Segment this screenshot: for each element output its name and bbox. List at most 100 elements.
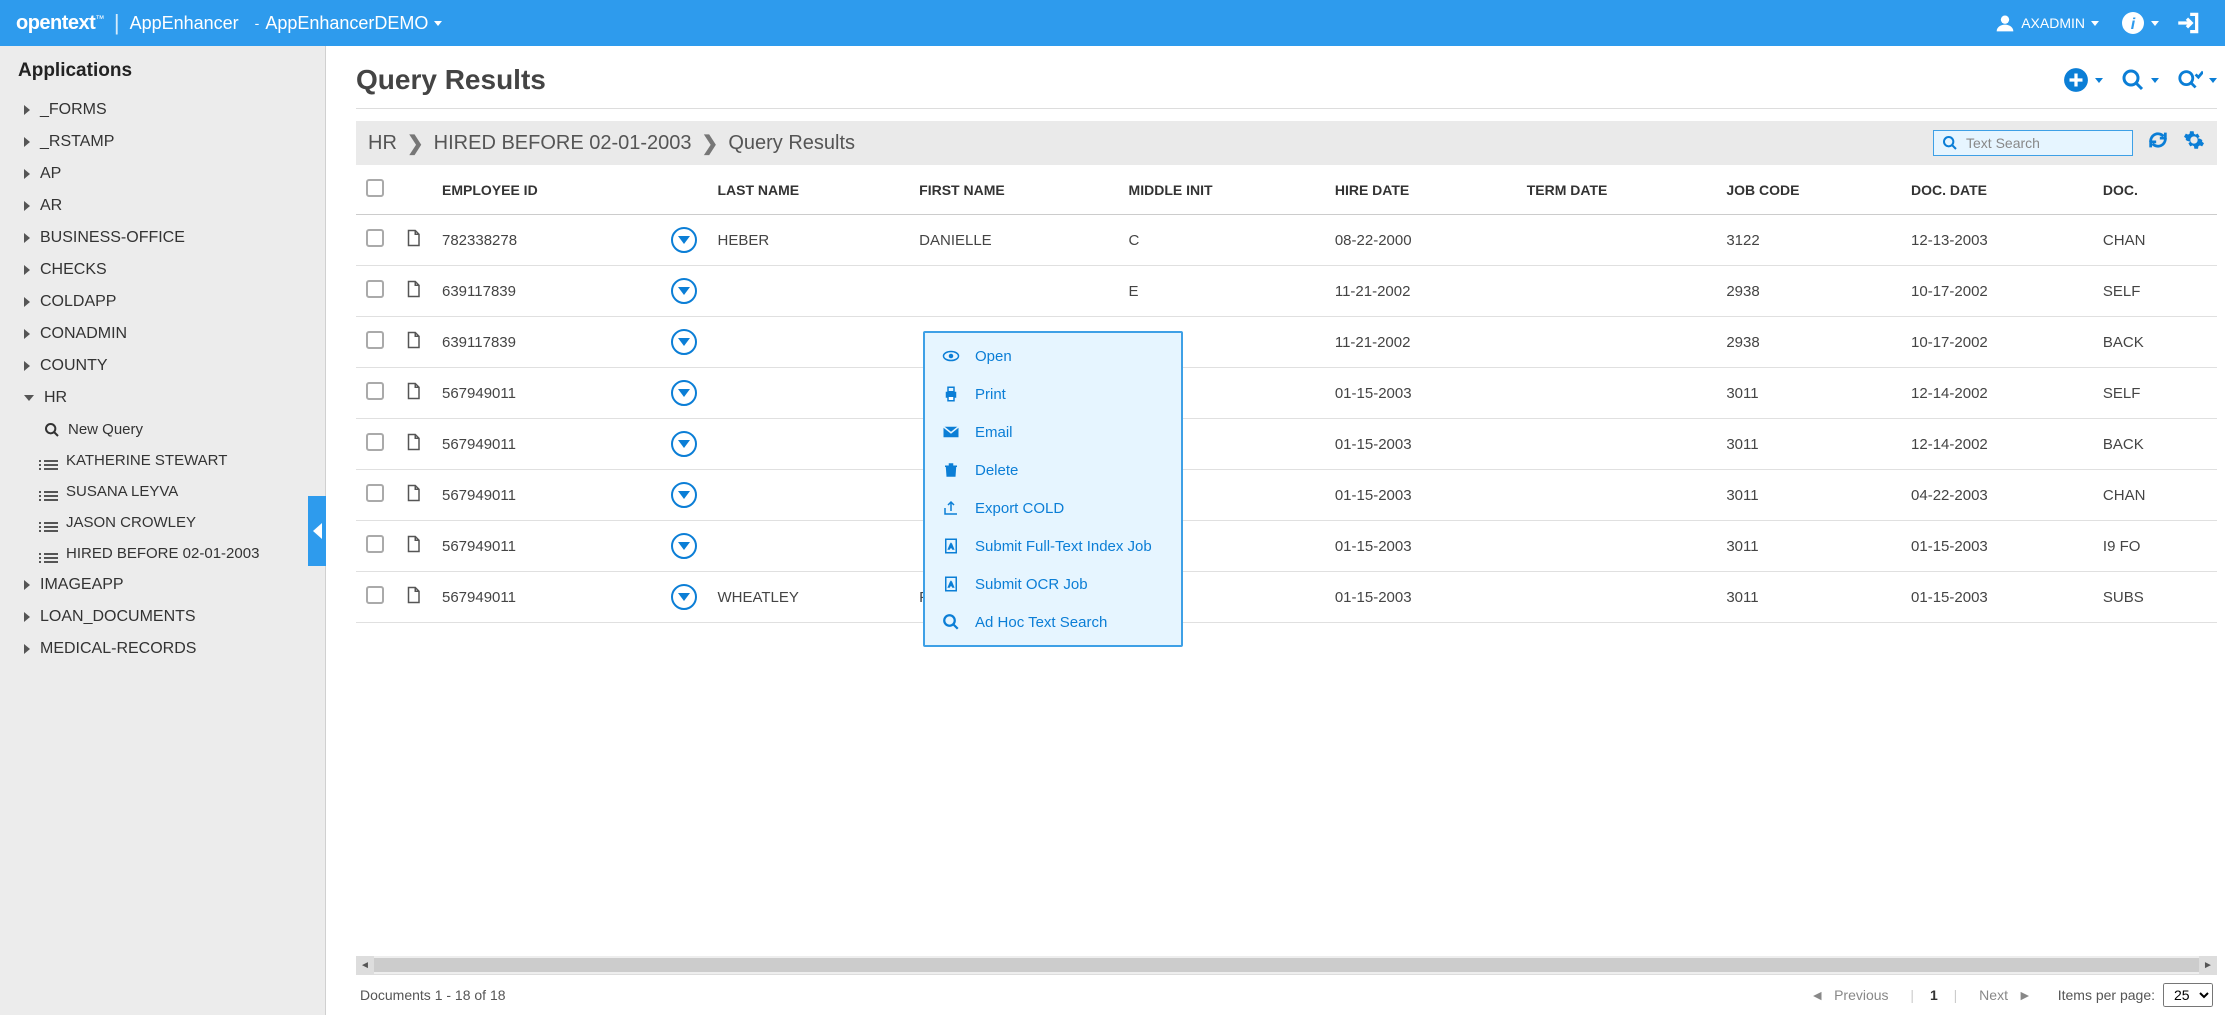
datasource-dropdown[interactable]: AppEnhancerDEMO — [265, 13, 442, 34]
svg-text:i: i — [2131, 16, 2136, 33]
column-header[interactable]: HIRE DATE — [1325, 165, 1517, 215]
page-title: Query Results — [356, 64, 2045, 96]
sidebar-subitem[interactable]: SUSANA LEYVA — [0, 476, 325, 507]
menu-item-delete[interactable]: Delete — [925, 451, 1181, 489]
sidebar-item--rstamp[interactable]: _RSTAMP — [0, 126, 325, 158]
column-header[interactable]: DOC. — [2093, 165, 2217, 215]
sidebar-collapse-handle[interactable] — [308, 496, 326, 566]
menu-item-submit-full-text-index-job[interactable]: ASubmit Full-Text Index Job — [925, 527, 1181, 565]
row-checkbox[interactable] — [366, 586, 384, 604]
next-page-button[interactable]: Next ► — [1973, 987, 2032, 1003]
table-row[interactable]: 639117839E11-21-2002293810-17-2002SELF — [356, 266, 2217, 317]
menu-item-open[interactable]: Open — [925, 337, 1181, 375]
search-menu[interactable] — [2121, 68, 2159, 92]
table-row[interactable]: 567949011T01-15-2003301101-15-2003I9 FO — [356, 521, 2217, 572]
sidebar-item--forms[interactable]: _FORMS — [0, 94, 325, 126]
search-icon — [2121, 68, 2145, 92]
table-row[interactable]: 567949011T01-15-2003301112-14-2002BACK — [356, 419, 2217, 470]
results-count: Documents 1 - 18 of 18 — [360, 987, 506, 1003]
sidebar-subitem[interactable]: New Query — [0, 414, 325, 445]
refresh-icon — [2147, 129, 2169, 151]
row-menu-button[interactable] — [671, 329, 697, 355]
row-checkbox[interactable] — [366, 433, 384, 451]
breadcrumb-item: Query Results — [728, 132, 855, 155]
user-icon — [1995, 13, 2015, 33]
sidebar-item-ap[interactable]: AP — [0, 158, 325, 190]
row-menu-button[interactable] — [671, 227, 697, 253]
row-checkbox[interactable] — [366, 280, 384, 298]
row-menu-button[interactable] — [671, 380, 697, 406]
row-checkbox[interactable] — [366, 229, 384, 247]
eye-icon — [941, 347, 961, 365]
sidebar-subitem[interactable]: KATHERINE STEWART — [0, 445, 325, 476]
document-icon — [394, 521, 432, 572]
column-header[interactable]: TERM DATE — [1517, 165, 1717, 215]
prev-page-button[interactable]: ◄ Previous — [1810, 987, 1894, 1003]
menu-item-submit-ocr-job[interactable]: ASubmit OCR Job — [925, 565, 1181, 603]
sidebar-item-ar[interactable]: AR — [0, 190, 325, 222]
document-icon — [394, 470, 432, 521]
row-menu-button[interactable] — [671, 482, 697, 508]
breadcrumb-item[interactable]: HR — [368, 132, 397, 155]
refresh-button[interactable] — [2147, 129, 2169, 157]
table-row[interactable]: 567949011WHEATLEYPHILLIPT01-15-200330110… — [356, 572, 2217, 623]
document-icon — [394, 419, 432, 470]
header-divider: | — [114, 10, 120, 36]
row-menu-button[interactable] — [671, 278, 697, 304]
sidebar-item-loan-documents[interactable]: LOAN_DOCUMENTS — [0, 601, 325, 633]
row-checkbox[interactable] — [366, 331, 384, 349]
results-table-wrap: EMPLOYEE ID LAST NAMEFIRST NAMEMIDDLE INI… — [356, 165, 2217, 956]
document-icon — [394, 317, 432, 368]
menu-item-email[interactable]: Email — [925, 413, 1181, 451]
new-button[interactable] — [2063, 67, 2103, 93]
search-icon — [1942, 135, 1958, 151]
doc-icon: A — [941, 575, 961, 593]
sidebar-item-county[interactable]: COUNTY — [0, 350, 325, 382]
table-row[interactable]: 639117839E11-21-2002293810-17-2002BACK — [356, 317, 2217, 368]
row-checkbox[interactable] — [366, 382, 384, 400]
menu-item-export-cold[interactable]: Export COLD — [925, 489, 1181, 527]
sidebar-item-medical-records[interactable]: MEDICAL-RECORDS — [0, 633, 325, 665]
settings-button[interactable] — [2183, 129, 2205, 157]
sidebar-item-coldapp[interactable]: COLDAPP — [0, 286, 325, 318]
sidebar-item-conadmin[interactable]: CONADMIN — [0, 318, 325, 350]
row-menu-button[interactable] — [671, 584, 697, 610]
column-header[interactable]: MIDDLE INIT — [1119, 165, 1325, 215]
sidebar-item-hr[interactable]: HR — [0, 382, 325, 414]
document-icon — [394, 572, 432, 623]
user-menu[interactable]: AXADMIN — [1995, 13, 2099, 33]
table-row[interactable]: 782338278HEBERDANIELLEC08-22-2000312212-… — [356, 215, 2217, 266]
column-header[interactable]: FIRST NAME — [909, 165, 1118, 215]
text-search-input[interactable]: Text Search — [1933, 130, 2133, 156]
document-icon — [394, 266, 432, 317]
table-row[interactable]: 567949011T01-15-2003301112-14-2002SELF — [356, 368, 2217, 419]
sidebar-item-checks[interactable]: CHECKS — [0, 254, 325, 286]
search-check-icon — [2177, 68, 2203, 92]
sidebar-item-imageapp[interactable]: IMAGEAPP — [0, 569, 325, 601]
sidebar-subitem[interactable]: JASON CROWLEY — [0, 507, 325, 538]
sidebar-item-business-office[interactable]: BUSINESS-OFFICE — [0, 222, 325, 254]
table-row[interactable]: 567949011T01-15-2003301104-22-2003CHAN — [356, 470, 2217, 521]
info-menu[interactable]: i — [2121, 11, 2159, 35]
select-all-checkbox[interactable] — [366, 179, 384, 197]
logout-button[interactable] — [2175, 10, 2201, 36]
row-menu-button[interactable] — [671, 533, 697, 559]
brand-logo: opentext™ — [16, 12, 104, 35]
sidebar-subitem[interactable]: HIRED BEFORE 02-01-2003 — [0, 538, 325, 569]
menu-item-print[interactable]: Print — [925, 375, 1181, 413]
column-header[interactable]: JOB CODE — [1716, 165, 1901, 215]
horizontal-scrollbar[interactable]: ◄► — [356, 956, 2217, 974]
menu-item-ad-hoc-text-search[interactable]: Ad Hoc Text Search — [925, 603, 1181, 641]
column-header[interactable]: DOC. DATE — [1901, 165, 2093, 215]
column-header[interactable]: LAST NAME — [707, 165, 909, 215]
items-per-page-select[interactable]: 25 — [2163, 983, 2213, 1007]
row-menu-button[interactable] — [671, 431, 697, 457]
advanced-search-menu[interactable] — [2177, 68, 2217, 92]
logout-icon — [2175, 10, 2201, 36]
row-checkbox[interactable] — [366, 484, 384, 502]
document-icon — [394, 368, 432, 419]
row-checkbox[interactable] — [366, 535, 384, 553]
breadcrumb-item[interactable]: HIRED BEFORE 02-01-2003 — [434, 132, 692, 155]
column-header[interactable]: EMPLOYEE ID — [432, 165, 661, 215]
sidebar-title: Applications — [0, 46, 325, 94]
